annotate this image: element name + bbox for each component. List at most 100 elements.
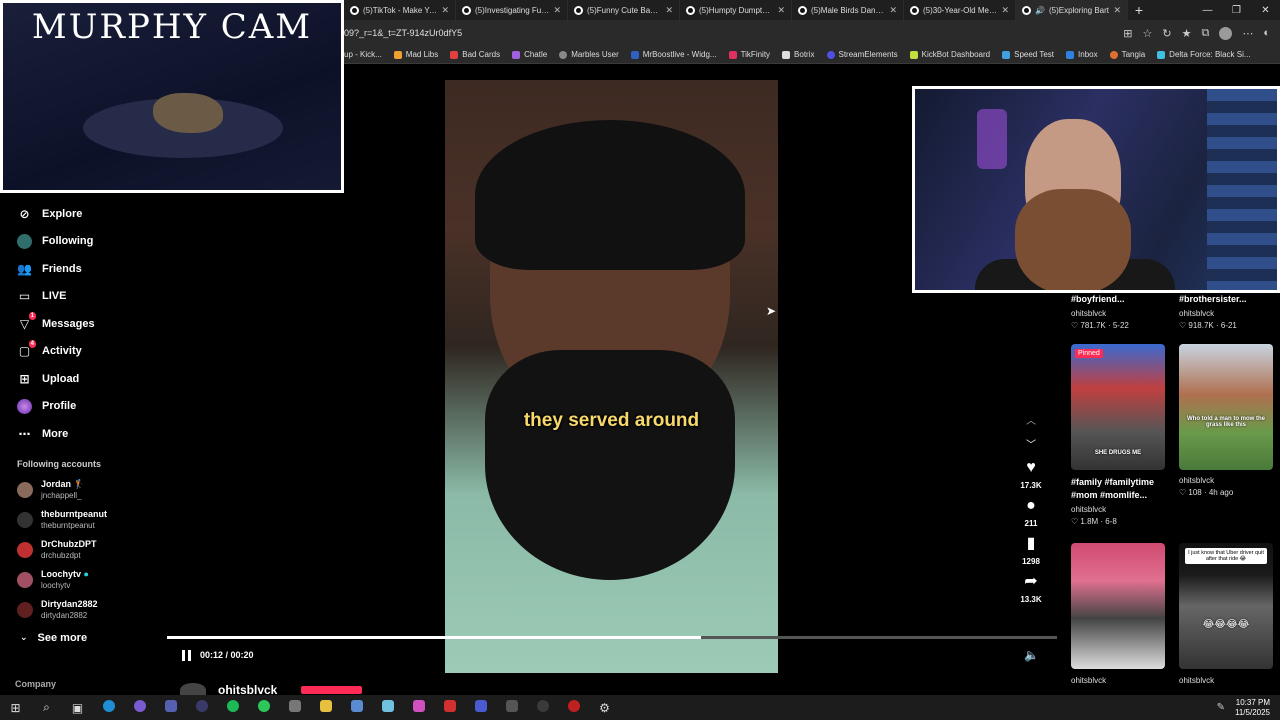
bookmark[interactable]: StreamElements [826, 50, 898, 59]
spotify-icon[interactable] [217, 700, 248, 715]
video-thumbnail[interactable]: I just know that Uber driver quit after … [1179, 543, 1273, 669]
close-tab-icon[interactable]: ✕ [665, 5, 673, 16]
following-account[interactable]: Loochytv ● loochytv [0, 565, 166, 595]
bookmark[interactable]: Bad Cards [450, 50, 500, 59]
following-account[interactable]: theburntpeanut theburntpeanut [0, 505, 166, 535]
browser-tab[interactable]: (5)Male Birds Dancing ✕ [792, 0, 904, 20]
nav-live[interactable]: ▭ LIVE [0, 283, 166, 311]
like-action[interactable]: ♥ 17.3K [1020, 458, 1041, 490]
app-icon[interactable] [558, 700, 589, 715]
url-field[interactable]: 09?_r=1&_t=ZT-914zUr0dfY5 [344, 28, 462, 38]
follow-button[interactable] [301, 686, 362, 694]
browser-tab[interactable]: (5)TikTok - Make Your ✕ [344, 0, 456, 20]
following-account[interactable]: Jordan 🏌 jnchappell_ [0, 475, 166, 505]
edge-icon[interactable] [93, 700, 124, 715]
close-tab-icon[interactable]: ✕ [777, 5, 785, 16]
bookmark[interactable]: TikFinity [728, 50, 770, 59]
app-icon[interactable] [527, 700, 558, 715]
save-action[interactable]: ▮ 1298 [1022, 534, 1040, 566]
bookmark[interactable]: KickBot Dashboard [909, 50, 990, 59]
comment-action[interactable]: ● 211 [1025, 496, 1038, 528]
chevron-up-icon[interactable]: ︿ [1026, 410, 1036, 434]
nav-messages[interactable]: ▽ 1 Messages [0, 310, 166, 338]
see-more-button[interactable]: ⌄ See more [0, 625, 166, 651]
video-card[interactable]: ohitsblvck [1071, 543, 1171, 685]
app-icon[interactable] [434, 700, 465, 715]
share-action[interactable]: ➦ 13.3K [1020, 572, 1041, 604]
video-player[interactable]: they served around [445, 80, 778, 673]
app-icon[interactable] [155, 700, 186, 715]
close-tab-icon[interactable]: ✕ [441, 5, 449, 16]
chrome-icon[interactable] [124, 700, 155, 715]
app-icon[interactable] [403, 700, 434, 715]
windows-start-icon[interactable]: ⊞ [0, 701, 31, 715]
video-card[interactable]: #brothersister... ohitsblvck ♡ 918.7K · … [1179, 293, 1279, 330]
bookmark[interactable]: Botrix [782, 50, 815, 59]
pause-button[interactable] [180, 648, 194, 662]
menu-dots-icon[interactable]: ⋯ [1242, 27, 1253, 40]
nav-activity[interactable]: ▢ 4 Activity [0, 338, 166, 366]
video-card[interactable]: Pinned SHE DRUGS ME #family #familytime … [1071, 344, 1171, 526]
bookmark[interactable]: up - Kick... [344, 50, 382, 59]
chevron-down-icon[interactable]: ﹀ [1026, 434, 1036, 458]
app-icon[interactable] [248, 700, 279, 715]
minimize-icon[interactable]: — [1193, 5, 1222, 16]
nav-more[interactable]: ⋯ More [0, 420, 166, 448]
bookmark[interactable]: Delta Force: Black Si... [1157, 50, 1251, 59]
nav-upload[interactable]: ⊞ Upload [0, 365, 166, 393]
app-icon[interactable] [279, 700, 310, 715]
nav-profile[interactable]: Profile [0, 393, 166, 421]
bookmark[interactable]: MrBoostlive - Widg... [630, 50, 717, 59]
bookmark[interactable]: Mad Libs [393, 50, 438, 59]
new-tab-button[interactable]: + [1128, 2, 1150, 18]
bookmark[interactable]: Marbles User [559, 50, 619, 59]
search-icon[interactable]: ⌕ [31, 700, 62, 715]
video-thumbnail[interactable]: Pinned SHE DRUGS ME [1071, 344, 1165, 470]
video-card[interactable]: Who told a man to mow the grass like thi… [1179, 344, 1279, 497]
refresh-icon[interactable]: ↻ [1162, 27, 1171, 40]
favorites-icon[interactable]: ★ [1182, 27, 1192, 40]
video-card[interactable]: #boyfriend... ohitsblvck ♡ 781.7K · 5-22 [1071, 293, 1171, 330]
bookmark[interactable]: Inbox [1066, 50, 1098, 59]
close-tab-icon[interactable]: ✕ [1113, 5, 1121, 16]
browser-tab-active[interactable]: 🔊 (5)Exploring Bart ✕ [1016, 0, 1128, 20]
restore-icon[interactable]: ❐ [1222, 5, 1251, 16]
bookmark[interactable]: Tangia [1109, 50, 1145, 59]
obs-icon[interactable] [186, 700, 217, 715]
browser-tab[interactable]: (5)Investigating Funny ✕ [456, 0, 568, 20]
task-view-icon[interactable]: ▣ [62, 701, 93, 715]
video-progress-bar[interactable] [167, 636, 1057, 639]
app-icon[interactable] [496, 700, 527, 715]
nav-following[interactable]: Following [0, 228, 166, 256]
collections-icon[interactable]: ⧉ [1201, 27, 1209, 40]
browser-tab[interactable]: (5)Funny Cute Baby M ✕ [568, 0, 680, 20]
bookmark[interactable]: Speed Test [1002, 50, 1054, 59]
close-tab-icon[interactable]: ✕ [1001, 5, 1009, 16]
apps-icon[interactable]: ⊞ [1123, 27, 1132, 40]
browser-tab[interactable]: (5)Humpty Dumpty Sc ✕ [680, 0, 792, 20]
settings-icon[interactable]: ⚙ [589, 701, 620, 715]
nav-explore[interactable]: ⊘ Explore [0, 200, 166, 228]
video-card[interactable]: I just know that Uber driver quit after … [1179, 543, 1279, 685]
copilot-icon[interactable]: ◐ [1263, 27, 1270, 39]
video-thumbnail[interactable] [1071, 543, 1165, 669]
video-thumbnail[interactable]: Who told a man to mow the grass like thi… [1179, 344, 1273, 470]
app-icon[interactable] [465, 700, 496, 715]
tray-tool-icon[interactable]: ✎ [1217, 702, 1225, 713]
bookmark[interactable]: Chatle [512, 50, 547, 59]
bookmark-star-icon[interactable]: ☆ [1143, 27, 1153, 40]
system-clock[interactable]: 10:37 PM 11/5/2025 [1235, 698, 1270, 718]
volume-icon[interactable]: 🔈 [1024, 648, 1039, 662]
file-explorer-icon[interactable] [310, 700, 341, 715]
app-icon[interactable] [341, 700, 372, 715]
browser-tab[interactable]: (5)30-Year-Old Men R ✕ [904, 0, 1016, 20]
close-tab-icon[interactable]: ✕ [553, 5, 561, 16]
close-tab-icon[interactable]: ✕ [889, 5, 897, 16]
app-icon[interactable] [372, 700, 403, 715]
profile-avatar[interactable] [1219, 26, 1233, 40]
close-window-icon[interactable]: ✕ [1251, 5, 1280, 16]
following-account[interactable]: DrChubzDPT drchubzdpt [0, 535, 166, 565]
nav-friends[interactable]: 👥 Friends [0, 255, 166, 283]
following-account[interactable]: Dirtydan2882 dirtydan2882 [0, 595, 166, 625]
company-link[interactable]: Company [15, 679, 56, 689]
